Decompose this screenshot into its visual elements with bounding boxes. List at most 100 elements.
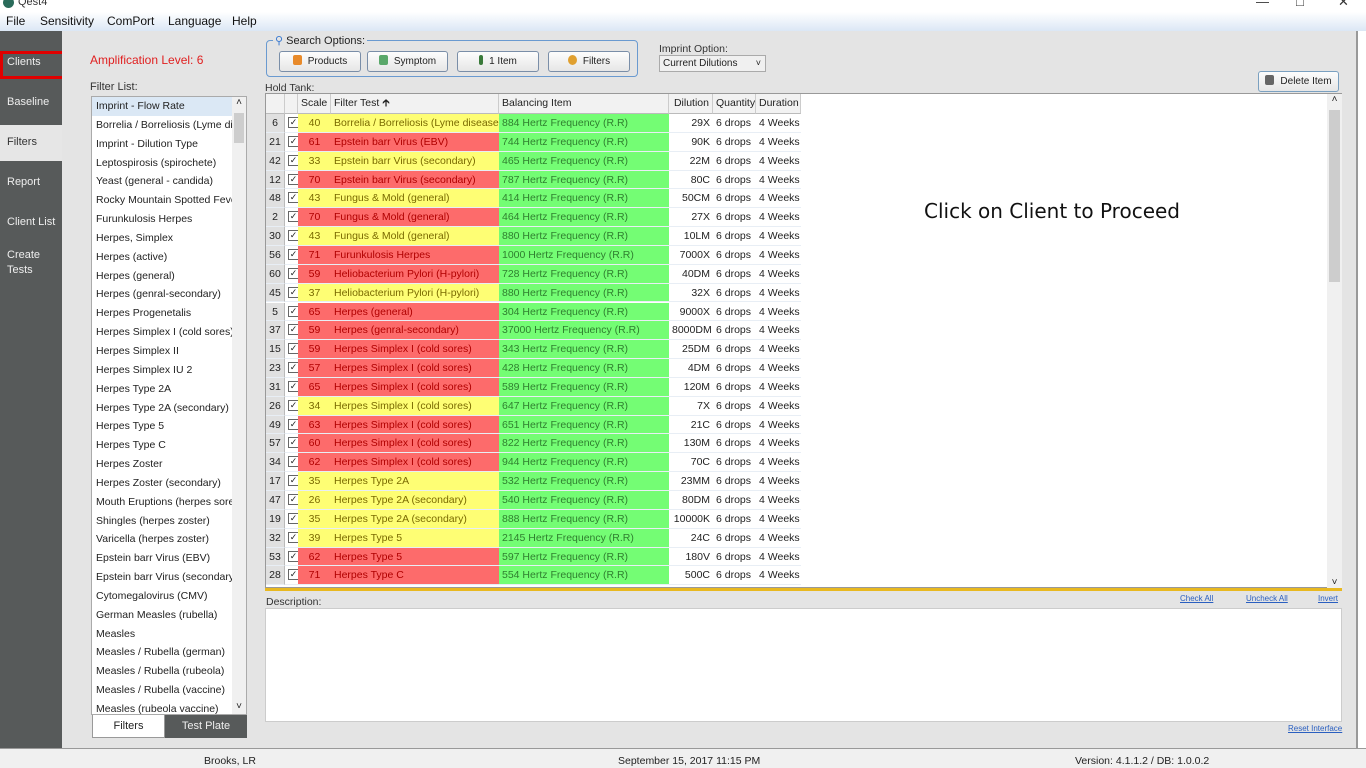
- checkbox[interactable]: ✓: [288, 550, 298, 562]
- row-checkbox[interactable]: ✓: [285, 547, 298, 567]
- row-checkbox[interactable]: ✓: [285, 472, 298, 491]
- filter-list-item[interactable]: Measles: [92, 625, 232, 644]
- checkbox[interactable]: ✓: [288, 569, 298, 581]
- row-checkbox[interactable]: ✓: [285, 189, 298, 209]
- table-row[interactable]: 2 ✓ 70 Fungus & Mold (general) 464 Hertz Fre…: [266, 208, 801, 228]
- row-checkbox[interactable]: ✓: [285, 509, 298, 529]
- sidebar-item-report[interactable]: Report: [0, 176, 62, 188]
- header-duration[interactable]: Duration: [756, 94, 801, 114]
- checkbox[interactable]: ✓: [288, 324, 298, 336]
- filter-list-item[interactable]: Cytomegalovirus (CMV): [92, 587, 232, 606]
- checkbox[interactable]: ✓: [288, 154, 298, 166]
- filter-list-item[interactable]: Epstein barr Virus (secondary): [92, 568, 232, 587]
- checkbox[interactable]: ✓: [288, 230, 298, 242]
- panel-splitter[interactable]: [265, 588, 1342, 591]
- scroll-down-icon[interactable]: ˅: [232, 701, 246, 712]
- row-checkbox[interactable]: ✓: [285, 151, 298, 171]
- filter-list-item[interactable]: Herpes Zoster (secondary): [92, 474, 232, 493]
- table-scroll-thumb[interactable]: [1329, 110, 1340, 282]
- table-row[interactable]: 60 ✓ 59 Heliobacterium Pylori (H-pylori) 728…: [266, 264, 801, 284]
- close-icon[interactable]: ✕: [1338, 0, 1349, 10]
- filter-list-item[interactable]: German Measles (rubella): [92, 606, 232, 625]
- checkbox[interactable]: ✓: [288, 286, 298, 298]
- header-quantity[interactable]: Quantity: [713, 94, 756, 114]
- sidebar-item-client-list[interactable]: Client List: [0, 216, 62, 228]
- row-checkbox[interactable]: ✓: [285, 528, 298, 548]
- filter-list[interactable]: Imprint - Flow Rate Borrelia / Borreliosi…: [91, 96, 247, 715]
- row-checkbox[interactable]: ✓: [285, 340, 298, 360]
- table-row[interactable]: 57 ✓ 60 Herpes Simplex I (cold sores) 822 He…: [266, 434, 801, 454]
- row-checkbox[interactable]: ✓: [285, 396, 298, 416]
- filter-list-item[interactable]: Borrelia / Borreliosis (Lyme disease): [92, 116, 232, 135]
- tab-test-plate[interactable]: Test Plate: [165, 715, 247, 738]
- sidebar-item-filters[interactable]: Filters: [0, 125, 62, 161]
- row-checkbox[interactable]: ✓: [285, 208, 298, 228]
- row-checkbox[interactable]: ✓: [285, 566, 298, 586]
- header-scale[interactable]: Scale: [298, 94, 331, 114]
- table-row[interactable]: 26 ✓ 34 Herpes Simplex I (cold sores) 647 He…: [266, 396, 801, 416]
- table-row[interactable]: 6 ✓ 40 Borrelia / Borreliosis (Lyme disease…: [266, 114, 801, 133]
- filter-list-item[interactable]: Herpes Simplex IU 2: [92, 361, 232, 380]
- checkbox[interactable]: ✓: [288, 494, 298, 505]
- checkbox[interactable]: ✓: [288, 117, 298, 128]
- filter-list-item[interactable]: Herpes (general): [92, 267, 232, 286]
- menu-sensitivity[interactable]: Sensitivity: [40, 14, 94, 28]
- scroll-thumb[interactable]: [234, 113, 244, 143]
- row-checkbox[interactable]: ✓: [285, 302, 298, 322]
- row-checkbox[interactable]: ✓: [285, 415, 298, 435]
- filter-list-scrollbar[interactable]: ˄ ˅: [232, 97, 246, 714]
- filter-list-item[interactable]: Herpes Progenetalis: [92, 304, 232, 323]
- filter-list-item[interactable]: Mouth Eruptions (herpes sores): [92, 493, 232, 512]
- reset-interface-link[interactable]: Reset Interface: [1288, 724, 1342, 733]
- header-balancing-item[interactable]: Balancing Item: [499, 94, 669, 114]
- filter-list-item[interactable]: Epstein barr Virus (EBV): [92, 549, 232, 568]
- table-row[interactable]: 48 ✓ 43 Fungus & Mold (general) 414 Hertz Fr…: [266, 189, 801, 209]
- table-row[interactable]: 17 ✓ 35 Herpes Type 2A 532 Hertz Frequency (…: [266, 472, 801, 491]
- table-row[interactable]: 34 ✓ 62 Herpes Simplex I (cold sores) 944 He…: [266, 453, 801, 473]
- filter-list-item[interactable]: Herpes Type 2A (secondary): [92, 399, 232, 418]
- menu-help[interactable]: Help: [232, 14, 257, 28]
- menu-file[interactable]: File: [6, 14, 25, 28]
- table-row[interactable]: 45 ✓ 37 Heliobacterium Pylori (H-pylori) 880…: [266, 283, 801, 303]
- sidebar-item-baseline[interactable]: Baseline: [0, 96, 62, 108]
- imprint-option-select[interactable]: Current Dilutions ˅: [659, 55, 766, 72]
- checkbox[interactable]: ✓: [288, 135, 298, 147]
- tab-filters[interactable]: Filters: [92, 715, 165, 738]
- table-row[interactable]: 32 ✓ 39 Herpes Type 5 2145 Hertz Frequency (…: [266, 528, 801, 548]
- minimize-icon[interactable]: —: [1256, 0, 1269, 9]
- filter-list-item[interactable]: Herpes (active): [92, 248, 232, 267]
- symptom-button[interactable]: Symptom: [367, 51, 448, 72]
- table-row[interactable]: 30 ✓ 43 Fungus & Mold (general) 880 Hertz Fr…: [266, 227, 801, 246]
- check-all-link[interactable]: Check All: [1180, 594, 1213, 603]
- checkbox[interactable]: ✓: [288, 475, 298, 487]
- row-checkbox[interactable]: ✓: [285, 359, 298, 378]
- row-checkbox[interactable]: ✓: [285, 264, 298, 284]
- filter-list-item[interactable]: Imprint - Flow Rate: [92, 97, 232, 116]
- row-checkbox[interactable]: ✓: [285, 245, 298, 265]
- checkbox[interactable]: ✓: [288, 305, 298, 317]
- row-checkbox[interactable]: ✓: [285, 227, 298, 246]
- row-checkbox[interactable]: ✓: [285, 453, 298, 473]
- table-row[interactable]: 15 ✓ 59 Herpes Simplex I (cold sores) 343 He…: [266, 340, 801, 360]
- sidebar-item-create-tests[interactable]: Create Tests: [0, 248, 50, 278]
- row-checkbox[interactable]: ✓: [285, 114, 298, 133]
- row-checkbox[interactable]: ✓: [285, 132, 298, 152]
- filter-list-item[interactable]: Leptospirosis (spirochete): [92, 154, 232, 173]
- filter-list-item[interactable]: Herpes Type 2A: [92, 380, 232, 399]
- table-row[interactable]: 49 ✓ 63 Herpes Simplex I (cold sores) 651 He…: [266, 415, 801, 435]
- menu-language[interactable]: Language: [168, 14, 221, 28]
- checkbox[interactable]: ✓: [288, 343, 298, 355]
- table-row[interactable]: 56 ✓ 71 Furunkulosis Herpes 1000 Hertz Frequ…: [266, 245, 801, 265]
- filters-button[interactable]: Filters: [548, 51, 630, 72]
- filter-list-item[interactable]: Furunkulosis Herpes: [92, 210, 232, 229]
- checkbox[interactable]: ✓: [288, 399, 298, 411]
- uncheck-all-link[interactable]: Uncheck All: [1246, 594, 1288, 603]
- checkbox[interactable]: ✓: [288, 418, 298, 430]
- row-checkbox[interactable]: ✓: [285, 434, 298, 454]
- row-checkbox[interactable]: ✓: [285, 283, 298, 303]
- filter-list-item[interactable]: Yeast (general - candida): [92, 172, 232, 191]
- filter-list-item[interactable]: Measles / Rubella (german): [92, 643, 232, 662]
- table-row[interactable]: 23 ✓ 57 Herpes Simplex I (cold sores) 428 He…: [266, 359, 801, 378]
- filter-list-item[interactable]: Measles / Rubella (vaccine): [92, 681, 232, 700]
- checkbox[interactable]: ✓: [288, 437, 298, 449]
